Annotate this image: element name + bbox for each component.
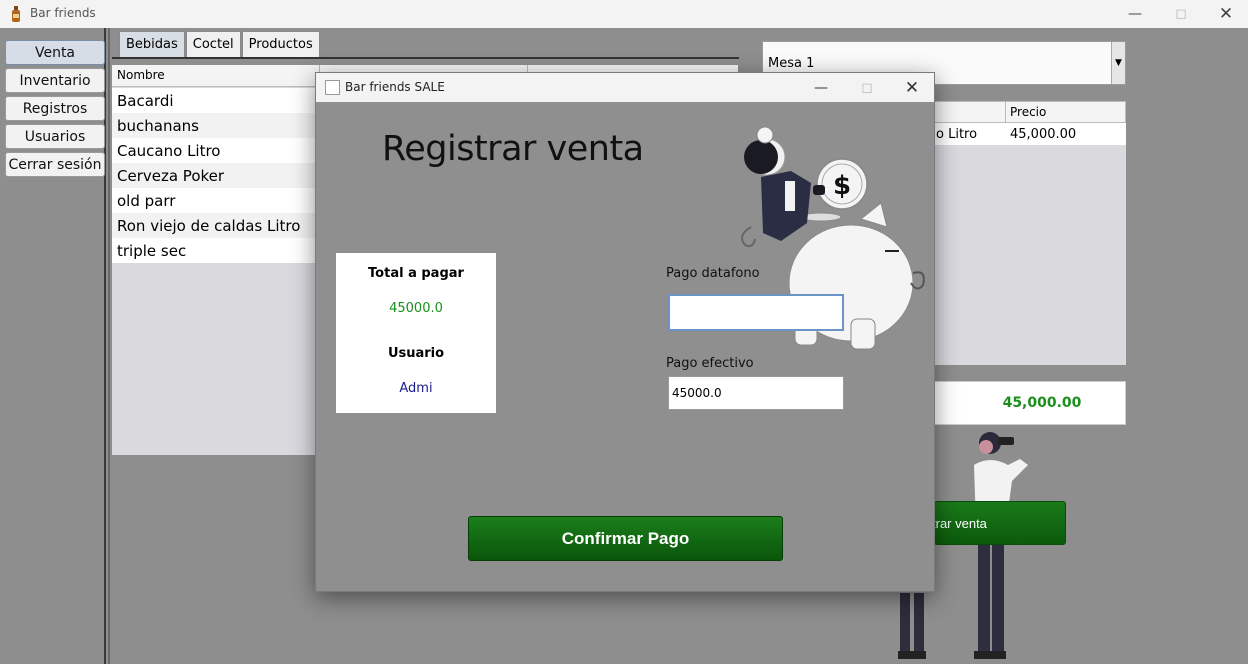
dialog-minimize-icon[interactable]: —	[798, 73, 844, 102]
order-row[interactable]: o Litro 45,000.00	[934, 123, 1126, 145]
sale-dialog: Bar friends SALE — ◻ ✕ Registrar venta $…	[315, 72, 935, 592]
datafono-input[interactable]	[668, 294, 844, 331]
tab-productos[interactable]: Productos	[241, 31, 320, 58]
dollar-icon: $	[833, 171, 851, 201]
efectivo-input[interactable]: 45000.0	[668, 376, 844, 410]
category-tabs: Bebidas Coctel Productos	[119, 31, 321, 58]
dialog-heading: Registrar venta	[382, 129, 644, 169]
tab-underline	[112, 57, 739, 59]
maximize-icon[interactable]: ◻	[1158, 0, 1204, 28]
minimize-icon[interactable]: —	[1112, 0, 1158, 28]
sale-summary-box: Total a pagar 45000.0 Usuario Admi	[336, 253, 496, 413]
sidebar-item-venta[interactable]: Venta	[5, 40, 105, 65]
order-total: 45,000.00	[934, 381, 1126, 425]
dialog-close-icon[interactable]: ✕	[889, 73, 935, 102]
table-row[interactable]: Caucano Litro	[112, 138, 317, 163]
mesa-select-value: Mesa 1	[768, 56, 815, 71]
order-table-header: Precio	[934, 101, 1126, 124]
table-row[interactable]: buchanans	[112, 113, 317, 138]
column-header-nombre[interactable]: Nombre	[117, 68, 165, 82]
table-row[interactable]: Cerveza Poker	[112, 163, 317, 188]
dropdown-arrow-icon[interactable]: ▼	[1111, 42, 1125, 84]
sidebar-item-registros[interactable]: Registros	[5, 96, 105, 121]
table-row[interactable]: Ron viejo de caldas Litro	[112, 213, 317, 238]
table-row[interactable]: triple sec	[112, 238, 317, 263]
sidebar-item-usuarios[interactable]: Usuarios	[5, 124, 105, 149]
user-label: Usuario	[387, 346, 445, 361]
datafono-label: Pago datafono	[666, 266, 760, 281]
tab-coctel[interactable]: Coctel	[185, 31, 241, 58]
order-item-name: o Litro	[936, 127, 978, 142]
tab-bebidas[interactable]: Bebidas	[119, 31, 185, 58]
column-header-precio[interactable]: Precio	[1010, 105, 1046, 119]
window-title: Bar friends	[30, 6, 96, 20]
table-row[interactable]: Bacardi	[112, 88, 317, 113]
confirm-payment-button[interactable]: Confirmar Pago	[468, 516, 783, 561]
java-icon	[325, 80, 340, 95]
dialog-titlebar: Bar friends SALE — ◻ ✕	[316, 73, 934, 102]
dialog-maximize-icon[interactable]: ◻	[844, 73, 890, 102]
total-label: Total a pagar	[368, 266, 464, 281]
registrar-venta-button[interactable]: trar venta	[932, 501, 1066, 545]
total-value: 45000.0	[389, 301, 443, 316]
window-titlebar: Bar friends — ◻ ✕	[0, 0, 1248, 28]
close-icon[interactable]: ✕	[1203, 0, 1248, 28]
sidebar-item-cerrar-sesion[interactable]: Cerrar sesión	[5, 152, 105, 177]
user-value: Admi	[399, 381, 433, 396]
dialog-title: Bar friends SALE	[345, 80, 445, 94]
table-row[interactable]: old parr	[112, 188, 317, 213]
content-divider	[108, 28, 110, 664]
sidebar-item-inventario[interactable]: Inventario	[5, 68, 105, 93]
efectivo-label: Pago efectivo	[666, 356, 754, 371]
order-item-price: 45,000.00	[1010, 127, 1077, 142]
bottle-icon	[12, 6, 20, 22]
